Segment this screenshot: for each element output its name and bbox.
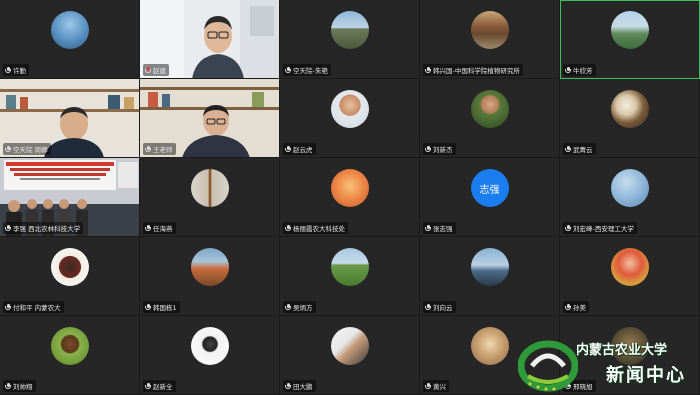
participant-avatar bbox=[330, 169, 369, 207]
participant-name-tag: 李强 西北农林科技大学 bbox=[3, 222, 84, 234]
participant-tile-active-speaker[interactable]: 牛欣芳 bbox=[560, 0, 700, 79]
participant-name-tag: 赵建 bbox=[143, 64, 169, 76]
participant-avatar bbox=[330, 248, 369, 286]
participant-name-tag: 赵新全 bbox=[143, 380, 176, 392]
microphone-icon bbox=[285, 382, 291, 390]
participant-tile[interactable]: 韩兴国-中国科学院植物研究所 bbox=[420, 0, 560, 79]
participant-name-tag: 王老师 bbox=[143, 143, 176, 155]
microphone-icon bbox=[5, 303, 11, 311]
participant-tile[interactable]: 刘帅翔 bbox=[0, 316, 140, 395]
participant-tile[interactable]: 许勤 bbox=[0, 0, 140, 79]
participant-tile[interactable]: 孙美 bbox=[560, 237, 700, 316]
participant-name-tag: 刘宏峰-西安理工大学 bbox=[563, 222, 637, 234]
participant-avatar bbox=[50, 11, 89, 49]
participant-tile[interactable]: 吴炳方 bbox=[280, 237, 420, 316]
participant-name-tag: 许勤 bbox=[3, 64, 29, 76]
microphone-icon bbox=[145, 382, 151, 390]
news-center-logo-watermark: 内蒙古农业大学 新闻中心 bbox=[518, 335, 696, 393]
participant-name-tag: 牛欣芳 bbox=[563, 64, 596, 76]
microphone-icon bbox=[5, 145, 11, 153]
participant-name-tag: 吴炳方 bbox=[283, 301, 316, 313]
microphone-icon bbox=[565, 224, 571, 232]
participant-name-tag: 韩国栋1 bbox=[143, 301, 180, 313]
participant-avatar bbox=[330, 11, 369, 49]
microphone-icon bbox=[425, 303, 431, 311]
microphone-icon bbox=[425, 145, 431, 153]
participant-name-tag: 空天院 周卿 bbox=[3, 143, 51, 155]
participant-tile[interactable]: 付和平 内蒙农大 bbox=[0, 237, 140, 316]
participant-tile[interactable]: 赵云虎 bbox=[280, 79, 420, 158]
microphone-icon bbox=[5, 382, 11, 390]
microphone-icon bbox=[285, 66, 291, 74]
participant-name-tag: 付和平 内蒙农大 bbox=[3, 301, 64, 313]
participant-tile[interactable]: 空天院-朱艳 bbox=[280, 0, 420, 79]
participant-tile[interactable]: 赵建 bbox=[140, 0, 280, 79]
participant-tile[interactable]: 杨丽霞农大科技处 bbox=[280, 158, 420, 237]
participant-avatar bbox=[190, 248, 229, 286]
microphone-icon bbox=[5, 224, 11, 232]
microphone-icon bbox=[285, 224, 291, 232]
participant-avatar bbox=[330, 327, 369, 365]
participant-name-tag: 张志强 bbox=[423, 222, 456, 234]
microphone-icon bbox=[285, 145, 291, 153]
participant-avatar bbox=[190, 169, 229, 207]
microphone-muted-icon bbox=[145, 66, 151, 74]
participant-tile[interactable]: 韩国栋1 bbox=[140, 237, 280, 316]
participant-tile[interactable]: 任海燕 bbox=[140, 158, 280, 237]
university-emblem-icon bbox=[518, 340, 578, 392]
participant-avatar bbox=[470, 11, 509, 49]
participant-text-avatar: 志强 bbox=[470, 169, 509, 207]
microphone-icon bbox=[145, 145, 151, 153]
participant-tile[interactable]: 刘新杰 bbox=[420, 79, 560, 158]
participant-name-tag: 刘新杰 bbox=[423, 143, 456, 155]
participant-avatar bbox=[610, 169, 649, 207]
microphone-icon bbox=[565, 303, 571, 311]
participant-tile[interactable]: 田大鹏 bbox=[280, 316, 420, 395]
microphone-icon bbox=[425, 66, 431, 74]
participant-name-tag: 孙美 bbox=[563, 301, 589, 313]
microphone-icon bbox=[5, 66, 11, 74]
participant-tile[interactable]: 李强 西北农林科技大学 bbox=[0, 158, 140, 237]
participant-avatar bbox=[50, 327, 89, 365]
participant-name-tag: 刘向云 bbox=[423, 301, 456, 313]
participant-name-tag: 任海燕 bbox=[143, 222, 176, 234]
microphone-icon bbox=[565, 66, 571, 74]
participant-tile[interactable]: 赵新全 bbox=[140, 316, 280, 395]
participant-name-tag: 刘帅翔 bbox=[3, 380, 36, 392]
participant-avatar bbox=[50, 248, 89, 286]
participant-name-tag: 赵云虎 bbox=[283, 143, 316, 155]
participant-avatar bbox=[470, 90, 509, 128]
participant-tile[interactable]: 志强 张志强 bbox=[420, 158, 560, 237]
participant-name-tag: 空天院-朱艳 bbox=[283, 64, 331, 76]
participant-tile[interactable]: 刘宏峰-西安理工大学 bbox=[560, 158, 700, 237]
participant-tile[interactable]: 刘向云 bbox=[420, 237, 560, 316]
microphone-icon bbox=[425, 382, 431, 390]
microphone-icon bbox=[565, 145, 571, 153]
participant-avatar bbox=[330, 90, 369, 128]
participant-name-tag: 韩兴国-中国科学院植物研究所 bbox=[423, 64, 523, 76]
microphone-icon bbox=[145, 303, 151, 311]
participant-name-tag: 黄兴 bbox=[423, 380, 449, 392]
microphone-icon bbox=[285, 303, 291, 311]
participant-avatar bbox=[470, 327, 509, 365]
logo-news-center: 新闻中心 bbox=[606, 365, 686, 386]
participant-avatar bbox=[190, 327, 229, 365]
participant-avatar bbox=[610, 248, 649, 286]
participant-name-tag: 杨丽霞农大科技处 bbox=[283, 222, 348, 234]
participant-tile[interactable]: 王老师 bbox=[140, 79, 280, 158]
microphone-icon bbox=[145, 224, 151, 232]
participant-avatar bbox=[470, 248, 509, 286]
participant-name-tag: 田大鹏 bbox=[283, 380, 316, 392]
participant-name-tag: 武菁云 bbox=[563, 143, 596, 155]
microphone-icon bbox=[425, 224, 431, 232]
participant-avatar bbox=[610, 90, 649, 128]
participant-avatar bbox=[610, 11, 649, 49]
participant-tile[interactable]: 空天院 周卿 bbox=[0, 79, 140, 158]
participant-tile[interactable]: 武菁云 bbox=[560, 79, 700, 158]
logo-university-name: 内蒙古农业大学 bbox=[576, 343, 668, 358]
